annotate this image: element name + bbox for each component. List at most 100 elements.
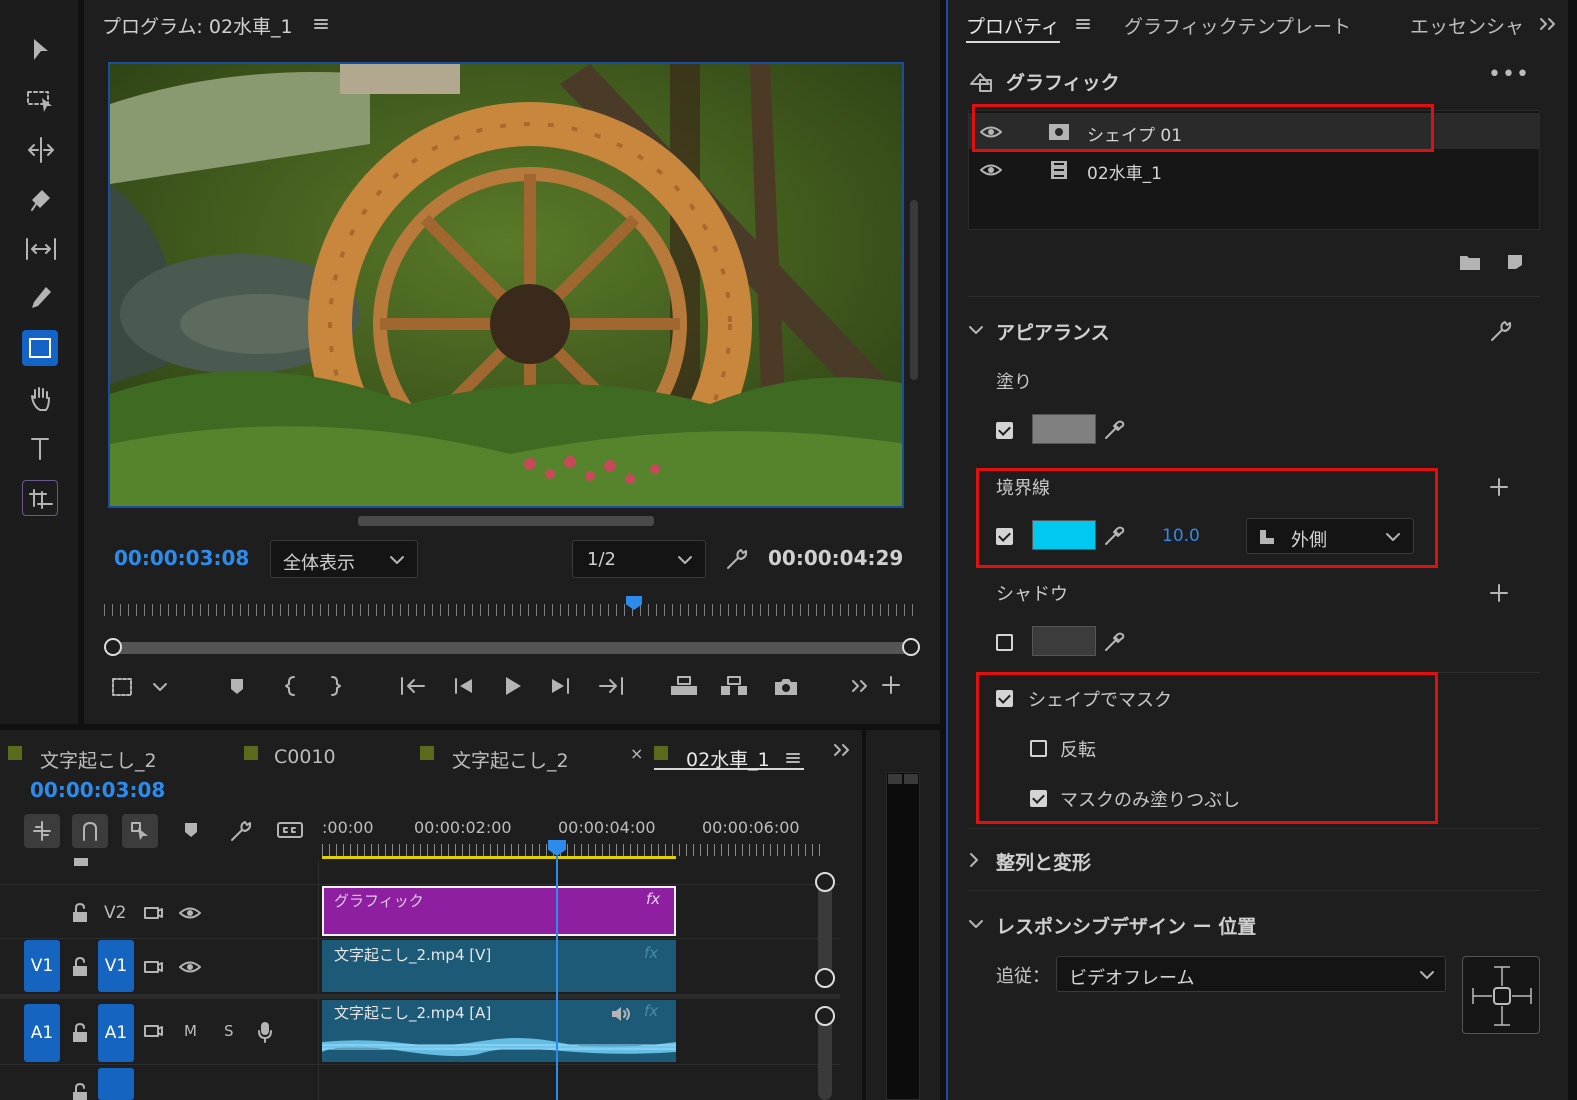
hand-tool-icon[interactable] <box>28 384 54 414</box>
panel-menu-icon[interactable] <box>1076 18 1090 30</box>
mute-button[interactable]: M <box>184 1022 197 1040</box>
work-area-bar[interactable] <box>322 856 676 859</box>
more-options-icon[interactable]: ••• <box>1488 62 1530 87</box>
track-label-v2[interactable]: V2 <box>104 903 126 923</box>
type-tool-icon[interactable] <box>28 434 54 464</box>
zoom-scroll-bar[interactable] <box>110 642 914 654</box>
target-track-v1[interactable]: V1 <box>98 940 134 992</box>
source-track-v1[interactable]: V1 <box>24 940 60 992</box>
step-back-icon[interactable] <box>452 676 476 696</box>
program-timecode-current[interactable]: 00:00:03:08 <box>114 546 249 570</box>
zoom-handle-right[interactable] <box>902 638 920 656</box>
track-select-tool-icon[interactable] <box>26 88 56 114</box>
video-tracks-scrollbar[interactable] <box>818 878 832 980</box>
wrench-icon[interactable] <box>1488 318 1514 344</box>
timeline-tab-active[interactable]: 02水車_1 <box>654 740 804 771</box>
timeline-tab-3[interactable]: 文字起こし_2 <box>420 740 600 772</box>
plus-icon[interactable] <box>880 674 902 696</box>
wrench-icon[interactable] <box>724 546 750 572</box>
extract-icon[interactable] <box>718 674 750 698</box>
resolution-select[interactable]: 1/2 <box>572 540 706 578</box>
sync-lock-icon[interactable] <box>142 904 164 922</box>
chevron-right-icon[interactable] <box>968 852 980 868</box>
shadow-checkbox[interactable] <box>996 634 1013 651</box>
camera-icon[interactable] <box>772 676 800 698</box>
timeline-ruler-ticks[interactable] <box>322 844 822 856</box>
tab-close-icon[interactable]: × <box>630 744 643 763</box>
panel-menu-icon[interactable] <box>786 752 800 764</box>
zoom-select[interactable]: 全体表示 <box>270 540 418 578</box>
scroll-handle-bottom[interactable] <box>815 968 835 988</box>
tab-graphic-templates[interactable]: グラフィックテンプレート <box>1124 12 1351 39</box>
video-clip[interactable]: 文字起こし_2.mp4 [V] fx <box>322 940 676 992</box>
tab-properties[interactable]: プロパティ <box>966 12 1060 43</box>
timeline-tab-2[interactable]: C0010 <box>244 740 384 770</box>
monitor-ruler[interactable] <box>104 604 918 616</box>
add-marker-icon[interactable] <box>228 676 246 696</box>
slip-tool-icon[interactable] <box>24 236 58 262</box>
add-marker-icon[interactable] <box>182 820 200 840</box>
nest-sequences-button[interactable] <box>24 814 60 848</box>
audio-clip[interactable]: 文字起こし_2.mp4 [A] fx <box>322 1000 676 1062</box>
ripple-edit-tool-icon[interactable] <box>26 136 56 164</box>
sync-lock-icon[interactable] <box>142 1022 164 1040</box>
chevron-down-icon[interactable] <box>968 324 984 336</box>
graphic-clip[interactable]: グラフィック fx <box>322 886 676 936</box>
tab-essential[interactable]: エッセンシャ <box>1410 12 1526 39</box>
razor-tool-icon[interactable] <box>28 186 54 214</box>
timeline-tab-1[interactable]: 文字起こし_2 <box>8 740 208 772</box>
plus-icon[interactable] <box>1488 476 1510 498</box>
panel-menu-icon[interactable] <box>314 18 328 30</box>
pin-position-widget[interactable] <box>1462 956 1540 1034</box>
step-forward-icon[interactable] <box>548 676 572 696</box>
shadow-color-swatch[interactable] <box>1032 626 1096 656</box>
monitor-scrollbar[interactable] <box>910 200 918 380</box>
solo-button[interactable]: S <box>224 1022 234 1040</box>
fill-checkbox[interactable] <box>996 422 1013 439</box>
lock-icon[interactable] <box>70 902 90 924</box>
lock-icon[interactable] <box>70 956 90 978</box>
audio-tracks-scrollbar[interactable] <box>818 1014 832 1100</box>
fx-badge[interactable]: fx <box>644 1002 658 1020</box>
mark-out-icon[interactable] <box>328 674 342 698</box>
timeline-timecode[interactable]: 00:00:03:08 <box>30 778 165 802</box>
plus-icon[interactable] <box>1488 582 1510 604</box>
zoom-handle-left[interactable] <box>104 638 122 656</box>
linked-selection-button[interactable] <box>122 814 158 848</box>
double-chevron-right-icon[interactable] <box>832 742 852 758</box>
pen-tool-icon[interactable] <box>28 284 54 314</box>
sync-lock-icon[interactable] <box>142 958 164 976</box>
captions-icon[interactable] <box>276 820 304 840</box>
rectangle-tool-button[interactable] <box>22 330 58 366</box>
fill-color-swatch[interactable] <box>1032 414 1096 444</box>
appearance-title[interactable]: アピアランス <box>996 318 1110 345</box>
folder-icon[interactable] <box>1458 252 1482 272</box>
scroll-handle-top[interactable] <box>815 872 835 892</box>
eyedropper-icon[interactable] <box>1102 418 1126 442</box>
target-track-a1[interactable]: A1 <box>98 1004 134 1062</box>
eyedropper-icon[interactable] <box>1102 630 1126 654</box>
chevron-down-icon[interactable] <box>968 918 984 930</box>
microphone-icon[interactable] <box>256 1020 274 1044</box>
wrench-icon[interactable] <box>228 818 254 844</box>
frame-tool-button[interactable] <box>22 480 58 516</box>
lock-icon[interactable] <box>70 1082 90 1100</box>
eye-icon[interactable] <box>979 161 1003 179</box>
snap-button[interactable] <box>72 814 108 848</box>
lock-icon[interactable] <box>72 858 90 866</box>
selection-tool-icon[interactable] <box>30 36 52 64</box>
double-chevron-right-icon[interactable] <box>1538 16 1558 32</box>
scroll-handle-top[interactable] <box>815 1006 835 1026</box>
follow-select[interactable]: ビデオフレーム <box>1056 956 1446 992</box>
new-layer-icon[interactable] <box>1504 252 1526 272</box>
fx-badge[interactable]: fx <box>646 890 660 908</box>
chevron-down-icon[interactable] <box>152 682 168 692</box>
lock-icon[interactable] <box>70 1022 90 1044</box>
double-chevron-right-icon[interactable] <box>850 678 870 694</box>
lift-icon[interactable] <box>668 674 700 698</box>
video-preview[interactable] <box>108 62 904 508</box>
go-to-in-icon[interactable] <box>398 674 428 698</box>
source-track-a1[interactable]: A1 <box>24 1004 60 1062</box>
align-transform-title[interactable]: 整列と変形 <box>996 848 1091 875</box>
play-icon[interactable] <box>502 674 524 698</box>
